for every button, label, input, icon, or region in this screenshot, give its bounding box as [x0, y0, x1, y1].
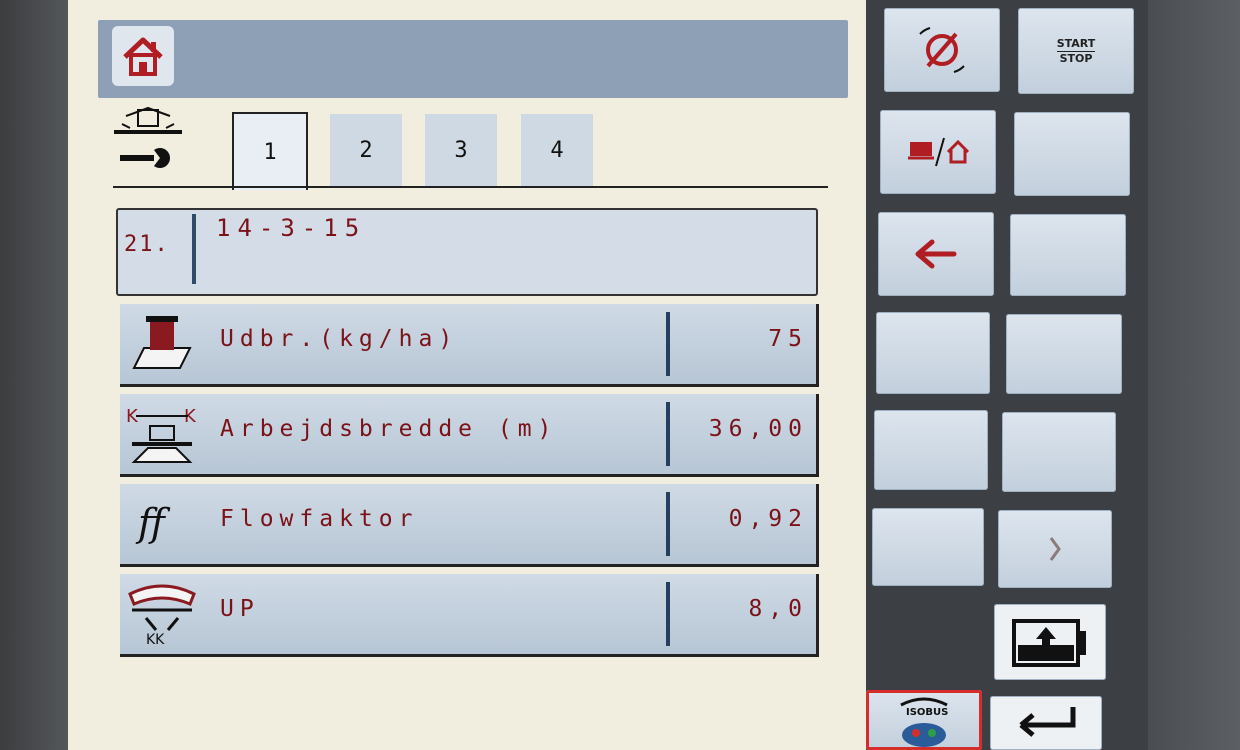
tab-3[interactable]: 3 — [425, 114, 497, 186]
param-label: Arbejdsbredde (m) — [220, 416, 558, 442]
isobus-label: ISOBUS — [906, 707, 948, 718]
softkey-empty-3[interactable] — [872, 508, 984, 586]
softkey-empty-6[interactable] — [1006, 314, 1122, 394]
disc-toggle-button[interactable] — [884, 8, 1000, 92]
terminal-screen: 1 2 3 4 21. 14-3-15 Udbr.(kg/ha) 75 K K … — [68, 0, 868, 750]
param-row-application-rate[interactable]: Udbr.(kg/ha) 75 — [120, 304, 819, 387]
field-separator — [666, 312, 670, 376]
softkey-panel: ISOBUS START STOP — [866, 0, 1148, 750]
tab-1[interactable]: 1 — [232, 112, 308, 190]
svg-text:KK: KK — [146, 632, 165, 646]
working-width-icon: K K — [126, 406, 197, 463]
back-arrow-button[interactable] — [878, 212, 994, 296]
return-button[interactable] — [990, 696, 1102, 750]
upload-icon — [1012, 619, 1086, 667]
param-row-spread-disc[interactable]: KK UP 8,0 — [120, 574, 819, 657]
param-row-flow-factor[interactable]: ff Flowfaktor 0,92 — [120, 484, 819, 567]
return-arrow-icon — [1019, 707, 1076, 737]
softkey-empty-5[interactable] — [1010, 214, 1126, 296]
svg-text:ff: ff — [135, 501, 171, 545]
start-stop-button[interactable]: START STOP — [1018, 8, 1134, 94]
field-separator — [192, 214, 196, 284]
field-separator — [666, 492, 670, 556]
param-row-working-width[interactable]: K K Arbejdsbredde (m) 36,00 — [120, 394, 819, 477]
param-value: 75 — [768, 326, 808, 352]
disc-rotation-icon — [919, 27, 965, 73]
param-value: 0,92 — [728, 506, 808, 532]
isobus-button[interactable]: ISOBUS — [866, 690, 982, 750]
product-name: 14-3-15 — [216, 214, 367, 242]
tab-4[interactable]: 4 — [521, 114, 593, 186]
home-icon — [123, 37, 163, 76]
param-value: 36,00 — [708, 416, 808, 442]
spreader-settings-icon — [114, 106, 182, 168]
start-stop-label: START STOP — [1056, 36, 1096, 66]
softkey-empty-1[interactable] — [876, 312, 990, 394]
isobus-logo-icon: ISOBUS — [900, 697, 948, 747]
next-page-button[interactable] — [998, 510, 1112, 588]
field-separator — [666, 402, 670, 466]
header-bar — [98, 20, 848, 98]
arrow-left-icon — [915, 239, 957, 269]
softkey-empty-2[interactable] — [874, 410, 988, 490]
weight-scale-icon — [132, 316, 192, 369]
tab-2[interactable]: 2 — [330, 114, 402, 186]
softkey-empty-4[interactable] — [1014, 112, 1130, 196]
stop-label: STOP — [1059, 51, 1093, 65]
spread-disc-icon: KK — [128, 584, 196, 646]
param-label: UP — [220, 596, 260, 622]
machine-home-icon — [908, 137, 970, 167]
product-field[interactable]: 21. 14-3-15 — [116, 208, 818, 296]
tab-divider — [113, 186, 828, 188]
chevron-right-icon — [1049, 537, 1061, 561]
param-label: Flowfaktor — [220, 506, 419, 532]
machine-home-button[interactable] — [880, 110, 996, 194]
field-separator — [666, 582, 670, 646]
param-label: Udbr.(kg/ha) — [220, 326, 459, 352]
param-value: 8,0 — [748, 596, 808, 622]
softkey-empty-7[interactable] — [1002, 412, 1116, 492]
device-bezel-right — [1148, 0, 1240, 750]
upload-data-button[interactable] — [994, 604, 1106, 680]
home-button[interactable] — [112, 26, 174, 86]
start-label: START — [1056, 36, 1096, 52]
product-number: 21. — [124, 232, 170, 257]
device-bezel-left — [0, 0, 70, 750]
flow-factor-icon: ff — [135, 501, 171, 545]
